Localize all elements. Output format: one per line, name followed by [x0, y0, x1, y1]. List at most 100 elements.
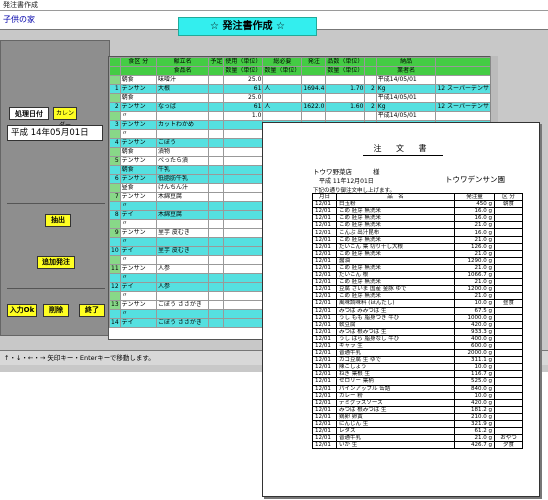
- grid-data-row-cell[interactable]: [109, 201, 121, 211]
- grid-data-row-cell[interactable]: [262, 75, 303, 85]
- grid-data-row-cell[interactable]: 1622.0: [301, 102, 327, 112]
- grid-data-row-cell[interactable]: ごぼう: [155, 138, 210, 148]
- grid-data-row-cell[interactable]: [223, 219, 264, 229]
- grid-data-row-cell[interactable]: [223, 273, 264, 283]
- grid-data-row-cell[interactable]: 朝食: [119, 147, 158, 157]
- grid-data-row-cell[interactable]: [109, 165, 121, 175]
- grid-header-row-cell[interactable]: [301, 66, 327, 76]
- grid-data-row-cell[interactable]: 大根: [155, 84, 210, 94]
- grid-data-row-cell[interactable]: [262, 93, 303, 103]
- grid-data-row[interactable]: 朝食 25.0 平成14/05/01: [109, 93, 497, 103]
- grid-data-row-cell[interactable]: [208, 138, 225, 148]
- grid-header-row-cell[interactable]: [435, 66, 497, 76]
- grid-data-row-cell[interactable]: [223, 129, 264, 139]
- grid-header-row-cell[interactable]: [109, 57, 121, 67]
- grid-data-row-cell[interactable]: 低脂肪牛乳: [155, 174, 210, 184]
- grid-data-row-cell[interactable]: [223, 120, 264, 130]
- grid-data-row-cell[interactable]: [223, 147, 264, 157]
- grid-data-row-cell[interactable]: [208, 219, 225, 229]
- grid-data-row-cell[interactable]: [208, 165, 225, 175]
- grid-data-row-cell[interactable]: 〃: [119, 255, 158, 265]
- grid-data-row-cell[interactable]: デンサン: [119, 84, 158, 94]
- grid-data-row-cell[interactable]: [208, 309, 225, 319]
- grid-header-row-cell[interactable]: 発注: [301, 57, 327, 67]
- grid-data-row-cell[interactable]: [109, 255, 121, 265]
- grid-data-row[interactable]: 朝食 味噌汁 25.0 平成14/05/01: [109, 75, 497, 85]
- grid-data-row-cell[interactable]: [155, 309, 210, 319]
- grid-header-row-cell[interactable]: 数量（単位）: [223, 66, 264, 76]
- grid-data-row-cell[interactable]: 1.60: [325, 102, 366, 112]
- grid-data-row-cell[interactable]: 3: [109, 120, 121, 130]
- grid-data-row-cell[interactable]: [208, 318, 225, 328]
- grid-data-row-cell[interactable]: 61: [223, 102, 264, 112]
- grid-header-row-cell[interactable]: 使用（単位）: [223, 57, 264, 67]
- grid-data-row-cell[interactable]: 人参: [155, 264, 210, 274]
- grid-data-row-cell[interactable]: 〃: [119, 237, 158, 247]
- grid-data-row-cell[interactable]: 平成14/05/01: [375, 111, 437, 121]
- grid-data-row-cell[interactable]: 1: [109, 84, 121, 94]
- grid-data-row-cell[interactable]: 人参: [155, 282, 210, 292]
- grid-data-row-cell[interactable]: 13: [109, 300, 121, 310]
- grid-data-row-cell[interactable]: [208, 111, 225, 121]
- grid-data-row-cell[interactable]: [109, 309, 121, 319]
- grid-header-row-cell[interactable]: 納品: [375, 57, 437, 67]
- grid-data-row-cell[interactable]: [109, 291, 121, 301]
- grid-data-row-cell[interactable]: 61: [223, 84, 264, 94]
- add-order-button[interactable]: 追加発注: [37, 256, 75, 269]
- grid-data-row-cell[interactable]: [223, 201, 264, 211]
- grid-data-row-cell[interactable]: [301, 75, 327, 85]
- grid-data-row-cell[interactable]: 4: [109, 138, 121, 148]
- grid-data-row-cell[interactable]: [155, 111, 210, 121]
- grid-data-row-cell[interactable]: [155, 129, 210, 139]
- grid-data-row-cell[interactable]: 〃: [119, 309, 158, 319]
- grid-header-row[interactable]: 食区 分献立名 予定 使用（単位） 総必要 発注 品数（単位） 納品: [109, 57, 497, 67]
- grid-data-row-cell[interactable]: 12: [109, 282, 121, 292]
- grid-data-row-cell[interactable]: [109, 219, 121, 229]
- grid-data-row-cell[interactable]: デンサン: [119, 120, 158, 130]
- grid-data-row-cell[interactable]: 2: [109, 102, 121, 112]
- grid-data-row-cell[interactable]: 人: [262, 102, 303, 112]
- grid-data-row-cell[interactable]: [223, 174, 264, 184]
- grid-data-row-cell[interactable]: 〃: [119, 129, 158, 139]
- grid-data-row-cell[interactable]: [208, 129, 225, 139]
- grid-data-row-cell[interactable]: 木綿豆腐: [155, 210, 210, 220]
- grid-data-row-cell[interactable]: [155, 273, 210, 283]
- grid-data-row-cell[interactable]: [208, 192, 225, 202]
- extract-button[interactable]: 抽出: [45, 214, 71, 227]
- grid-data-row-cell[interactable]: デンサン: [119, 174, 158, 184]
- grid-data-row-cell[interactable]: [208, 120, 225, 130]
- grid-data-row-cell[interactable]: [435, 111, 497, 121]
- grid-data-row-cell[interactable]: [223, 264, 264, 274]
- grid-data-row-cell[interactable]: [155, 201, 210, 211]
- grid-data-row-cell[interactable]: [223, 156, 264, 166]
- grid-data-row-cell[interactable]: [301, 111, 327, 121]
- grid-data-row-cell[interactable]: [223, 237, 264, 247]
- grid-data-row-cell[interactable]: 1.0: [223, 111, 264, 121]
- grid-data-row-cell[interactable]: [364, 75, 377, 85]
- grid-data-row-cell[interactable]: 里芋 皮むき: [155, 246, 210, 256]
- grid-data-row-cell[interactable]: デンサン: [119, 192, 158, 202]
- grid-data-row-cell[interactable]: 1694.4: [301, 84, 327, 94]
- grid-data-row-cell[interactable]: [208, 210, 225, 220]
- grid-data-row-cell[interactable]: [223, 300, 264, 310]
- grid-data-row-cell[interactable]: 木綿豆腐: [155, 192, 210, 202]
- grid-header-row[interactable]: 食品名 数量（単位） 数量（単位） 数量（単位） 業者名: [109, 66, 497, 76]
- grid-data-row-cell[interactable]: 14: [109, 318, 121, 328]
- grid-data-row-cell[interactable]: 味噌汁: [155, 75, 210, 85]
- grid-data-row-cell[interactable]: [223, 282, 264, 292]
- grid-data-row-cell[interactable]: [223, 309, 264, 319]
- grid-data-row-cell[interactable]: ごぼう ささがき: [155, 300, 210, 310]
- grid-data-row-cell[interactable]: [208, 291, 225, 301]
- grid-header-row-cell[interactable]: 数量（単位）: [325, 66, 366, 76]
- grid-data-row-cell[interactable]: 〃: [119, 291, 158, 301]
- grid-data-row-cell[interactable]: デンサン: [119, 156, 158, 166]
- grid-data-row-cell[interactable]: [208, 84, 225, 94]
- grid-data-row-cell[interactable]: 朝食: [119, 165, 158, 175]
- grid-data-row-cell[interactable]: 7: [109, 192, 121, 202]
- grid-data-row-cell[interactable]: 平成14/05/01: [375, 93, 437, 103]
- grid-data-row-cell[interactable]: 朝食: [119, 93, 158, 103]
- grid-header-row-cell[interactable]: [364, 57, 377, 67]
- grid-data-row-cell[interactable]: 25.0: [223, 93, 264, 103]
- grid-data-row-cell[interactable]: 〃: [119, 273, 158, 283]
- grid-data-row-cell[interactable]: なっぱ: [155, 102, 210, 112]
